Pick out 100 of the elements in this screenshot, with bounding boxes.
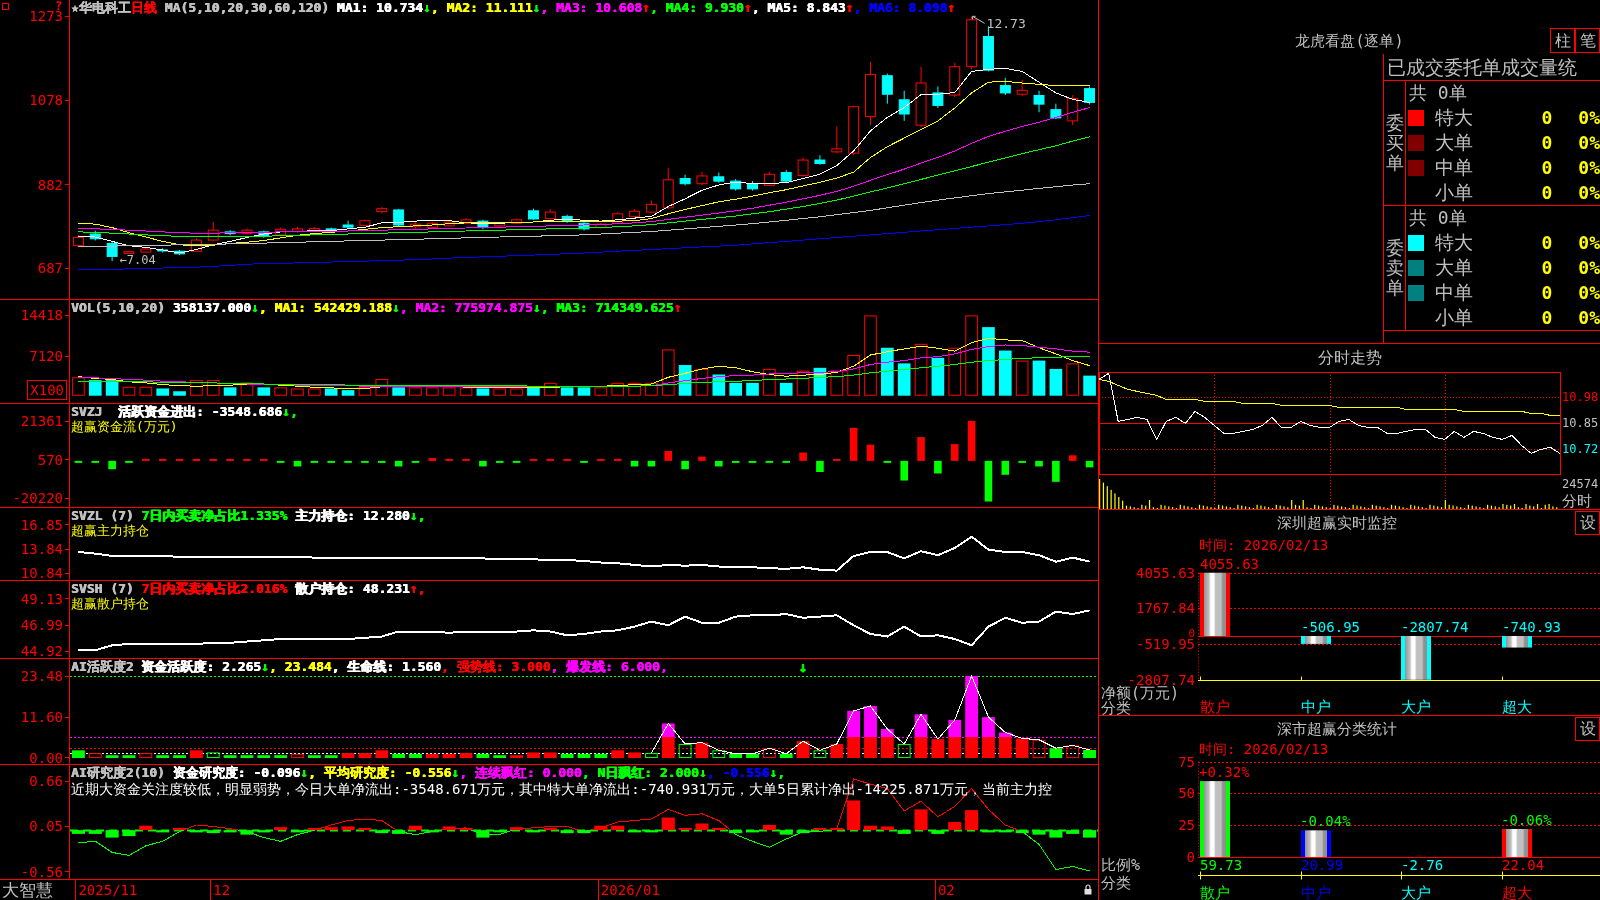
count-value: 0 [1541, 181, 1553, 204]
category-label: 超大 [1502, 698, 1532, 715]
indicator-text: ↑ [642, 0, 650, 15]
count-value: 0 [1541, 106, 1553, 129]
pane-label: 分时 [1562, 492, 1592, 509]
change-label: +0.32% [1199, 764, 1250, 781]
date-label: 12 [210, 880, 231, 900]
indicator-text: ★华电科工 [71, 0, 131, 15]
size-label: 中单 [1435, 281, 1473, 304]
indicator-text: ↓ [422, 0, 431, 15]
axis-label: 44.92 [20, 643, 64, 660]
axis-label: 13.84 [20, 541, 64, 558]
value-label: 22.04 [1502, 857, 1545, 873]
value-label: 4055.63 [1200, 555, 1259, 572]
indicator-title: 超赢散户持仓 [71, 596, 149, 611]
indicator-text: ↓ [251, 300, 259, 315]
axis-label: 7120 [29, 348, 64, 364]
indicator-text: ↓, [409, 508, 426, 523]
indicator-text: ↓, [769, 765, 786, 780]
indicator-text: , N日飘红: 2.000 [581, 765, 699, 780]
indicator-text: VOL(5,10,20) [71, 300, 165, 315]
indicator-text: MA1: 10.734 [335, 0, 423, 15]
share-value: 0% [1578, 156, 1600, 179]
size-label: 小单 [1435, 181, 1473, 204]
axis-label: 21361 [20, 413, 64, 430]
axis-label: 0 [1186, 849, 1195, 865]
indicator-text: , 平均研究度: -0.556 [308, 765, 452, 780]
indicator-text: ↑ [947, 0, 956, 15]
price-label: ←7.04 [119, 253, 156, 268]
axis-label: 24574 [1562, 477, 1599, 491]
axis-label: 10.84 [20, 565, 64, 582]
category-label: 散户 [1200, 884, 1230, 900]
indicator-text: AI研究度2(10) [71, 765, 165, 780]
group-label: 委买单 [1385, 113, 1404, 173]
indicator-text: ↑, [409, 581, 426, 596]
change-label: -0.04% [1300, 813, 1351, 830]
indicator-text: 7日内买卖净占比2.016% [140, 581, 288, 596]
indicator-text: 358137.000 [171, 300, 251, 315]
axis-label: 687 [37, 260, 64, 277]
date-label: 2026/01 [597, 880, 660, 900]
indicator-text: , -0.556 [706, 765, 770, 780]
indicator-text: ↓ [261, 659, 269, 674]
value-label: -2.76 [1401, 857, 1444, 873]
count-value: 0 [1541, 281, 1553, 304]
axis-label: 23.48 [20, 668, 64, 684]
axis-label: 16.85 [20, 516, 64, 533]
indicator-text: , MA2: 11.111 [430, 0, 533, 15]
axis-label: 14418 [20, 307, 64, 324]
indicator-text: ↓ [698, 765, 707, 780]
value-label: 59.73 [1200, 857, 1243, 873]
share-value: 0% [1578, 281, 1600, 304]
axis-label: 0.66 [29, 773, 64, 790]
panel-title: 龙虎看盘(逐单) [1295, 32, 1404, 50]
count-value: 0 [1541, 306, 1553, 329]
table-title: 已成交委托单成交量统 [1387, 55, 1577, 79]
indicator-text: , 爆发线: 6.000, [550, 659, 668, 674]
indicator-text: ↓ [532, 0, 541, 15]
share-value: 0% [1578, 256, 1600, 279]
value-label: -2807.74 [1401, 619, 1469, 635]
indicator-text: , MA3: 714349.625 [540, 300, 674, 315]
indicator-text: 7日内买卖净占比1.335% [140, 508, 288, 523]
indicator-text: SVZJ [71, 404, 103, 419]
count-value: 0 [1541, 256, 1553, 279]
share-value: 0% [1578, 106, 1600, 129]
value-label: -740.93 [1502, 619, 1561, 635]
axis-caption: 分类 [1101, 699, 1131, 715]
indicator-text: ↑ [673, 300, 682, 315]
indicator-text: 主力持仓: 12.280 [294, 508, 410, 523]
app-name: 大智慧 [2, 880, 53, 900]
axis-label: 50 [1178, 785, 1195, 802]
category-label: 散户 [1200, 698, 1230, 715]
indicator-text: , 生命线: 1.560 [331, 659, 441, 674]
indicator-title: 超赢主力持仓 [71, 523, 149, 538]
indicator-text: ↓, [282, 404, 298, 419]
value-label: -506.95 [1301, 619, 1360, 635]
category-label: 大户 [1401, 884, 1431, 900]
size-label: 特大 [1435, 106, 1473, 129]
unit-label: X100 [27, 380, 67, 400]
indicator-text: , 强势线: 3.000 [441, 659, 551, 674]
share-value: 0% [1578, 181, 1600, 204]
panel-title: 深市超赢分类统计 [1277, 718, 1397, 739]
signal-arrow: ↓ [798, 659, 808, 675]
category-label: 大户 [1401, 698, 1431, 715]
axis-label: -20220 [12, 490, 64, 507]
total-label: 共 0单 [1409, 82, 1467, 104]
category-label: 中户 [1301, 884, 1331, 900]
axis-caption: 分类 [1101, 874, 1131, 892]
indicator-text: , 连续飘红: 0.000 [459, 765, 582, 780]
axis-label: 882 [37, 176, 64, 193]
count-value: 0 [1541, 156, 1553, 179]
axis-label: 10.98 [1562, 390, 1599, 405]
date-label: 2025/11 [75, 880, 138, 900]
axis-label: 1078 [29, 92, 64, 109]
axis-label: -0.56 [20, 863, 64, 880]
count-value: 0 [1541, 231, 1553, 254]
panel-title: 深圳超赢实时监控 [1277, 513, 1397, 533]
size-label: 小单 [1435, 306, 1473, 329]
axis-caption: 比例% [1101, 856, 1141, 874]
indicator-text: , MA2: 775974.875 [399, 300, 533, 315]
share-value: 0% [1578, 131, 1600, 154]
